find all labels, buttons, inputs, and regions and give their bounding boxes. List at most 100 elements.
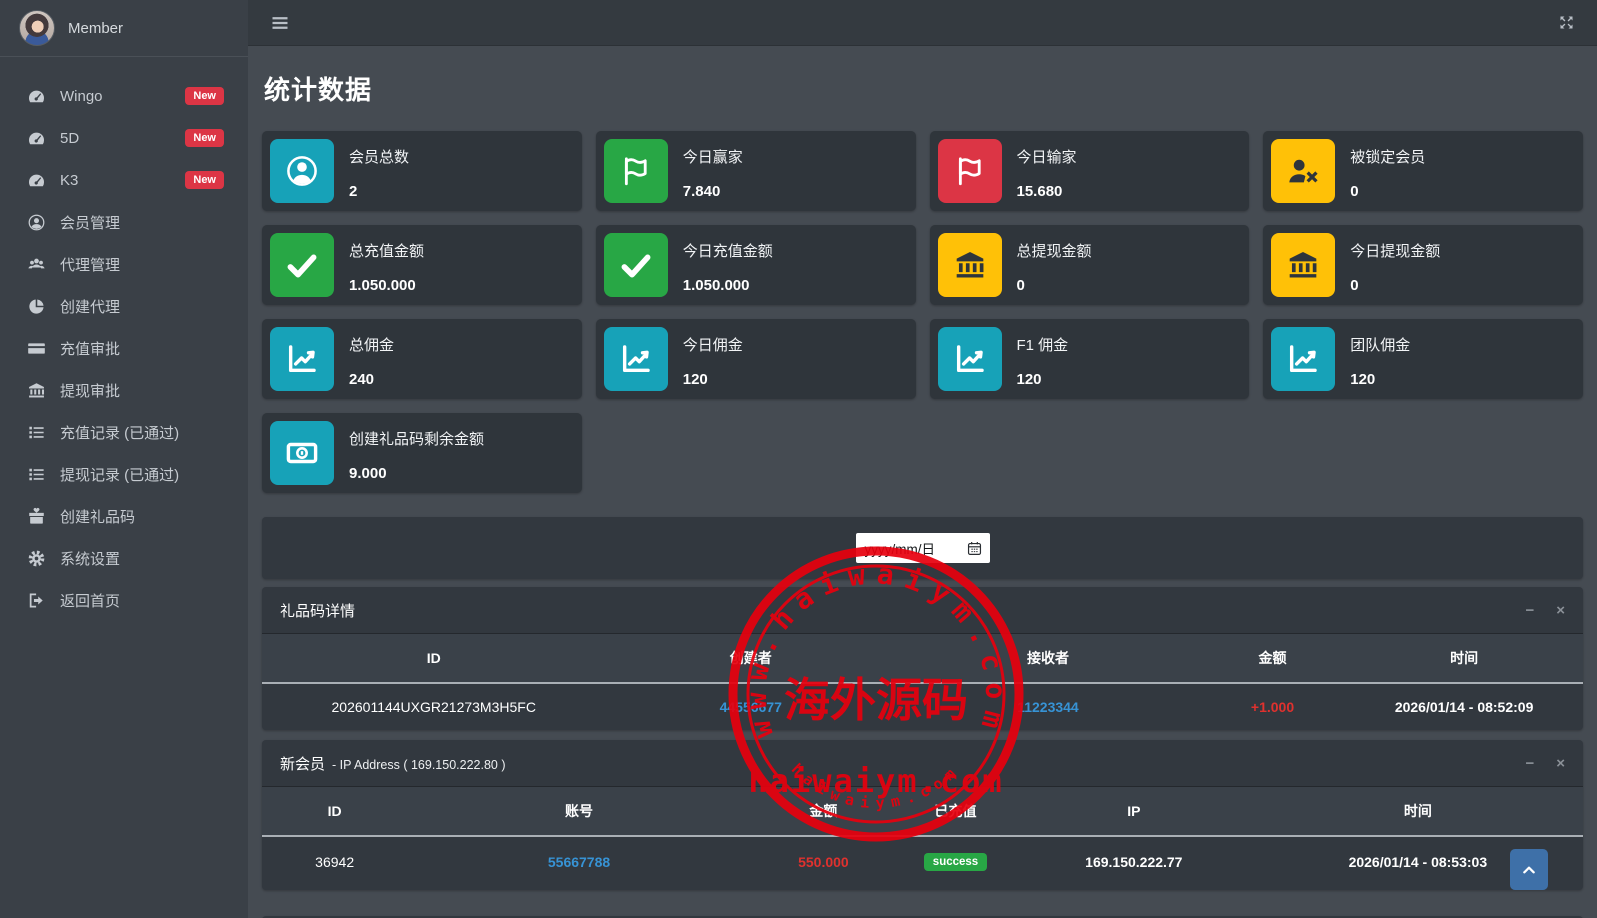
date-input[interactable]: yyyy/mm/日 [856, 533, 990, 563]
sidebar-item-k3[interactable]: K3 New [0, 159, 248, 201]
list-icon [27, 422, 47, 442]
column-header-ip: IP [1015, 787, 1253, 836]
sidebar-item-label: 创建代理 [60, 296, 224, 317]
giftcode-receiver-cell[interactable]: 11223344 [896, 683, 1200, 730]
stat-label: 被锁定会员 [1350, 146, 1425, 167]
new-badge: New [185, 87, 224, 105]
pie-chart-icon [27, 296, 47, 316]
stat-card-locked-members: 被锁定会员0 [1263, 131, 1583, 211]
check-icon [270, 233, 334, 297]
stat-card-team-commission: 团队佣金120 [1263, 319, 1583, 399]
giftcode-creator-cell[interactable]: 44556677 [605, 683, 896, 730]
column-header-time: 时间 [1345, 634, 1583, 683]
new-members-panel-title: 新会员 [280, 753, 325, 774]
stat-card-giftcode-balance: 创建礼品码剩余金额9.000 [262, 413, 582, 493]
stat-label: 今日佣金 [683, 334, 743, 355]
stat-label: 今日充值金额 [683, 240, 773, 261]
sidebar-item-agent-management[interactable]: 代理管理 [0, 243, 248, 285]
user-circle-icon [270, 139, 334, 203]
gift-icon [27, 506, 47, 526]
menu-toggle-icon[interactable] [270, 13, 290, 33]
stat-label: F1 佣金 [1017, 334, 1069, 355]
date-filter-panel: yyyy/mm/日 [262, 517, 1583, 579]
sidebar-item-label: 创建礼品码 [60, 506, 224, 527]
stat-label: 总佣金 [349, 334, 394, 355]
sidebar-item-5d[interactable]: 5D New [0, 117, 248, 159]
stat-value: 0 [1350, 277, 1440, 294]
tachometer-icon [27, 86, 47, 106]
stat-value: 2 [349, 183, 409, 200]
minimize-icon[interactable]: − [1525, 603, 1534, 618]
column-header-id: ID [262, 787, 407, 836]
sign-out-icon [27, 590, 47, 610]
column-header-time: 时间 [1253, 787, 1583, 836]
close-icon[interactable]: × [1556, 756, 1565, 771]
sidebar-item-label: 5D [60, 130, 185, 147]
tachometer-icon [27, 170, 47, 190]
column-header-receiver: 接收者 [896, 634, 1200, 683]
column-header-amount: 金额 [1200, 634, 1345, 683]
user-name: Member [68, 20, 123, 37]
stat-card-total-recharge: 总充值金额1.050.000 [262, 225, 582, 305]
stat-value: 9.000 [349, 465, 484, 482]
user-panel[interactable]: Member [0, 0, 248, 57]
sidebar-nav: Wingo New 5D New K3 New 会员管理 代理管理 [0, 57, 248, 621]
sidebar-item-withdraw-approval[interactable]: 提现审批 [0, 369, 248, 411]
stat-label: 今日赢家 [683, 146, 743, 167]
stat-card-total-withdraw: 总提现金额0 [930, 225, 1250, 305]
main-area: 统计数据 会员总数2 今日赢家7.840 今日输家15.680 被锁 [248, 0, 1597, 918]
panel-controls: − × [1525, 603, 1565, 618]
app-window: Member Wingo New 5D New K3 New 会员管理 [0, 0, 1597, 918]
credit-card-icon [27, 338, 47, 358]
new-members-table: ID 账号 金额 已充值 IP 时间 36942 55667788 550.00… [262, 787, 1583, 886]
check-icon [604, 233, 668, 297]
sidebar-item-back-home[interactable]: 返回首页 [0, 579, 248, 621]
minimize-icon[interactable]: − [1525, 756, 1534, 771]
new-badge: New [185, 171, 224, 189]
close-icon[interactable]: × [1556, 603, 1565, 618]
giftcode-table-row: 202601144UXGR21273M3H5FC 44556677 112233… [262, 683, 1583, 730]
chart-line-icon [604, 327, 668, 391]
new-members-table-row: 36942 55667788 550.000 success 169.150.2… [262, 836, 1583, 886]
giftcode-id-cell: 202601144UXGR21273M3H5FC [262, 683, 605, 730]
sidebar: Member Wingo New 5D New K3 New 会员管理 [0, 0, 248, 918]
sidebar-item-withdraw-records[interactable]: 提现记录 (已通过) [0, 453, 248, 495]
sidebar-item-label: 提现审批 [60, 380, 224, 401]
sidebar-item-create-giftcode[interactable]: 创建礼品码 [0, 495, 248, 537]
calendar-icon [966, 540, 983, 557]
gear-icon [27, 548, 47, 568]
member-account-cell[interactable]: 55667788 [407, 836, 750, 886]
sidebar-item-create-agent[interactable]: 创建代理 [0, 285, 248, 327]
bank-icon [27, 380, 47, 400]
stat-label: 今日输家 [1017, 146, 1077, 167]
sidebar-item-label: Wingo [60, 88, 185, 105]
sidebar-item-system-settings[interactable]: 系统设置 [0, 537, 248, 579]
success-badge: success [924, 853, 987, 871]
stat-value: 1.050.000 [349, 277, 424, 294]
new-badge: New [185, 129, 224, 147]
giftcode-amount-cell: +1.000 [1200, 683, 1345, 730]
giftcode-panel-header: 礼品码详情 − × [262, 587, 1583, 634]
column-header-account: 账号 [407, 787, 750, 836]
sidebar-item-recharge-approval[interactable]: 充值审批 [0, 327, 248, 369]
stats-grid: 会员总数2 今日赢家7.840 今日输家15.680 被锁定会员0 总充值金额1 [262, 131, 1583, 493]
sidebar-item-member-management[interactable]: 会员管理 [0, 201, 248, 243]
giftcode-table: ID 创建者 接收者 金额 时间 202601144UXGR21273M3H5F… [262, 634, 1583, 730]
topbar [248, 0, 1597, 46]
money-bill-icon [270, 421, 334, 485]
scroll-top-button[interactable] [1510, 849, 1548, 890]
stat-value: 240 [349, 371, 394, 388]
stat-card-f1-commission: F1 佣金120 [930, 319, 1250, 399]
sidebar-item-label: 会员管理 [60, 212, 224, 233]
user-x-icon [1271, 139, 1335, 203]
sidebar-item-recharge-records[interactable]: 充值记录 (已通过) [0, 411, 248, 453]
stat-card-total-commission: 总佣金 240 [262, 319, 582, 399]
new-members-panel-subtitle: - IP Address ( 169.150.222.80 ) [332, 758, 506, 772]
fullscreen-icon[interactable] [1558, 14, 1575, 31]
sidebar-item-label: 返回首页 [60, 590, 224, 611]
avatar [19, 10, 55, 46]
stat-value: 120 [683, 371, 743, 388]
column-header-id: ID [262, 634, 605, 683]
sidebar-item-wingo[interactable]: Wingo New [0, 75, 248, 117]
user-circle-icon [27, 212, 47, 232]
